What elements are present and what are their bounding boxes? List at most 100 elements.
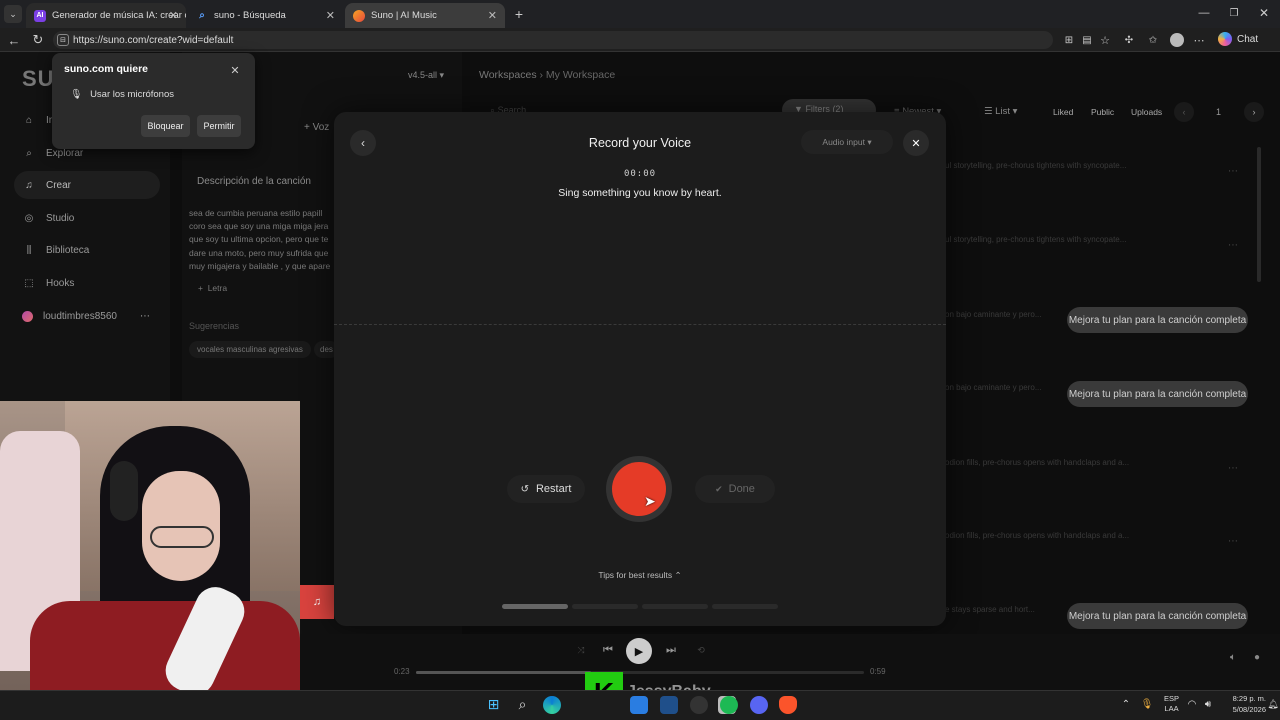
scrollbar[interactable] [1257, 147, 1261, 282]
record-voice-modal: ‹ Record your Voice Audio input ▾ ✕ 00:0… [334, 112, 946, 626]
audio-input-select[interactable]: Audio input ▾ [801, 130, 893, 154]
headphones [110, 461, 138, 521]
extension-icon[interactable]: ⊞ [1062, 33, 1076, 47]
shuffle-icon[interactable]: ⤨ [574, 643, 588, 657]
app-icon[interactable] [690, 696, 708, 714]
breadcrumb-current: My Workspace [545, 69, 616, 81]
restart-button[interactable]: ↺ Restart [507, 475, 585, 503]
progress-track[interactable] [416, 671, 864, 674]
close-icon[interactable]: ✕ [326, 9, 335, 22]
suggestions-label: Sugerencias [189, 321, 240, 331]
wifi-icon[interactable]: ◠ [1186, 697, 1198, 711]
song-thumbnail[interactable]: ♫ [300, 585, 334, 619]
allow-button[interactable]: Permitir [197, 115, 241, 137]
upgrade-button[interactable]: Mejora tu plan para la canción completa [1067, 603, 1248, 629]
tab-suno[interactable]: Suno | AI Music ✕ [345, 3, 505, 28]
previous-icon[interactable]: ⏮ [600, 642, 616, 658]
app-icon[interactable] [660, 696, 678, 714]
next-page-icon[interactable]: › [1244, 102, 1264, 122]
tab-uploads[interactable]: Uploads [1131, 107, 1162, 117]
record-button[interactable] [612, 462, 666, 516]
microphone-permission: 🎙︎ Usar los micrófonos [70, 89, 175, 100]
microphone-icon[interactable]: 🎙︎ [1141, 697, 1154, 711]
next-icon[interactable]: ⏭ [663, 642, 679, 658]
edge-icon[interactable] [543, 696, 561, 714]
puzzle-icon[interactable]: ✣ [1122, 33, 1136, 47]
clock[interactable]: 8:29 p. m. 5/08/2026 [1228, 693, 1266, 715]
app-icon[interactable] [630, 696, 648, 714]
suno-logo[interactable]: SU [22, 66, 55, 92]
discord-icon[interactable] [750, 696, 768, 714]
window-close-icon[interactable]: ✕ [1256, 5, 1272, 21]
language-indicator[interactable]: ESP LAA [1164, 694, 1179, 714]
upgrade-button[interactable]: Mejora tu plan para la canción completa [1067, 307, 1248, 333]
row-more-icon[interactable]: ⋯ [1228, 536, 1238, 547]
close-button[interactable]: ✕ [903, 130, 929, 156]
search-icon: ⌕ [26, 147, 32, 159]
upgrade-button[interactable]: Mejora tu plan para la canción completa [1067, 381, 1248, 407]
notification-icon[interactable]: 🔔︎ [1267, 697, 1278, 711]
chevron-up-icon[interactable]: ⌃ [1120, 697, 1132, 711]
chat-label[interactable]: Chat [1237, 34, 1258, 45]
reader-icon[interactable]: ▤ [1080, 33, 1094, 47]
favorite-star-icon[interactable]: ☆ [1098, 33, 1112, 47]
sidebar-item-hooks[interactable]: ⬚ Hooks [14, 269, 160, 297]
play-button[interactable]: ▶ [626, 638, 652, 664]
copilot-icon[interactable] [1218, 32, 1232, 46]
close-icon[interactable]: ✕ [169, 9, 178, 22]
address-field[interactable]: ⊟ https://suno.com/create?wid=default [53, 31, 1053, 49]
add-lyrics-button[interactable]: + Letra [198, 283, 227, 293]
breadcrumb: Workspaces › My Workspace [479, 69, 616, 81]
block-button[interactable]: Bloquear [141, 115, 190, 137]
tab-actions-icon[interactable]: ⌄ [4, 5, 22, 23]
row-more-icon[interactable]: ⋯ [1228, 240, 1238, 251]
sidebar-item-create[interactable]: ♫ Crear [14, 171, 160, 199]
spotify-icon[interactable] [720, 696, 738, 714]
row-more-icon[interactable]: ⋯ [1228, 166, 1238, 177]
info-icon[interactable]: ● [1250, 650, 1264, 664]
search-icon: ⌕ [199, 10, 205, 21]
taskbar-search-icon[interactable]: ⌕ [514, 696, 531, 713]
record-button-ring[interactable] [606, 456, 672, 522]
repeat-icon[interactable]: ⟲ [694, 643, 708, 657]
description-label: Descripción de la canción [197, 176, 311, 187]
back-icon[interactable]: ← [6, 32, 22, 48]
step [712, 604, 778, 609]
tab-search[interactable]: ⌕ suno - Búsqueda ✕ [188, 3, 343, 28]
sidebar-item-studio[interactable]: ◎ Studio [14, 204, 160, 232]
tips-toggle[interactable]: Tips for best results ⌃ [334, 570, 946, 581]
tab-liked[interactable]: Liked [1053, 107, 1073, 117]
brave-icon[interactable] [779, 696, 797, 714]
site-info-icon[interactable]: ⊟ [57, 34, 69, 46]
close-icon[interactable]: ✕ [228, 63, 242, 77]
prev-page-icon[interactable]: ‹ [1174, 102, 1194, 122]
model-select[interactable]: v4.5-all ▾ [408, 70, 444, 81]
profile-avatar[interactable] [1170, 33, 1184, 47]
breadcrumb-workspaces[interactable]: Workspaces [479, 69, 537, 81]
reload-icon[interactable]: ↻ [30, 32, 46, 48]
close-icon[interactable]: ✕ [488, 9, 497, 22]
view-select[interactable]: ☰ List ▾ [984, 106, 1017, 117]
speaker-icon[interactable]: 🔊︎ [1202, 697, 1214, 711]
add-voice-button[interactable]: + Voz [304, 122, 329, 133]
maximize-icon[interactable]: ❐ [1226, 5, 1242, 21]
volume-icon[interactable]: 🔈︎ [1226, 650, 1240, 664]
suggestion-chip[interactable]: vocales masculinas agresivas [189, 341, 311, 358]
new-tab-icon[interactable]: + [511, 6, 527, 22]
minimize-icon[interactable]: — [1196, 5, 1212, 21]
favorites-icon[interactable]: ✩ [1146, 33, 1160, 47]
sidebar-user[interactable]: loudtimbres8560 ⋯ [14, 302, 160, 330]
sidebar-item-library[interactable]: ⫼ Biblioteca [14, 236, 160, 264]
row-more-icon[interactable]: ⋯ [1228, 463, 1238, 474]
mouse-cursor-icon: ➤ [644, 493, 656, 509]
chevron-up-icon: ⌃ [674, 570, 682, 580]
elapsed-time: 0:23 [394, 667, 410, 676]
tab-music-generator[interactable]: AI Generador de música IA: crear can ✕ [26, 3, 186, 28]
more-icon[interactable]: ⋯ [1192, 33, 1206, 47]
windows-start-icon[interactable]: ⊞ [485, 696, 502, 713]
tab-public[interactable]: Public [1091, 107, 1114, 117]
webcam-overlay [0, 401, 300, 720]
more-icon[interactable]: ⋯ [140, 311, 150, 322]
lyrics-textarea[interactable]: sea de cumbia peruana estilo papill coro… [189, 207, 339, 273]
done-button[interactable]: ✔ Done [695, 475, 775, 503]
